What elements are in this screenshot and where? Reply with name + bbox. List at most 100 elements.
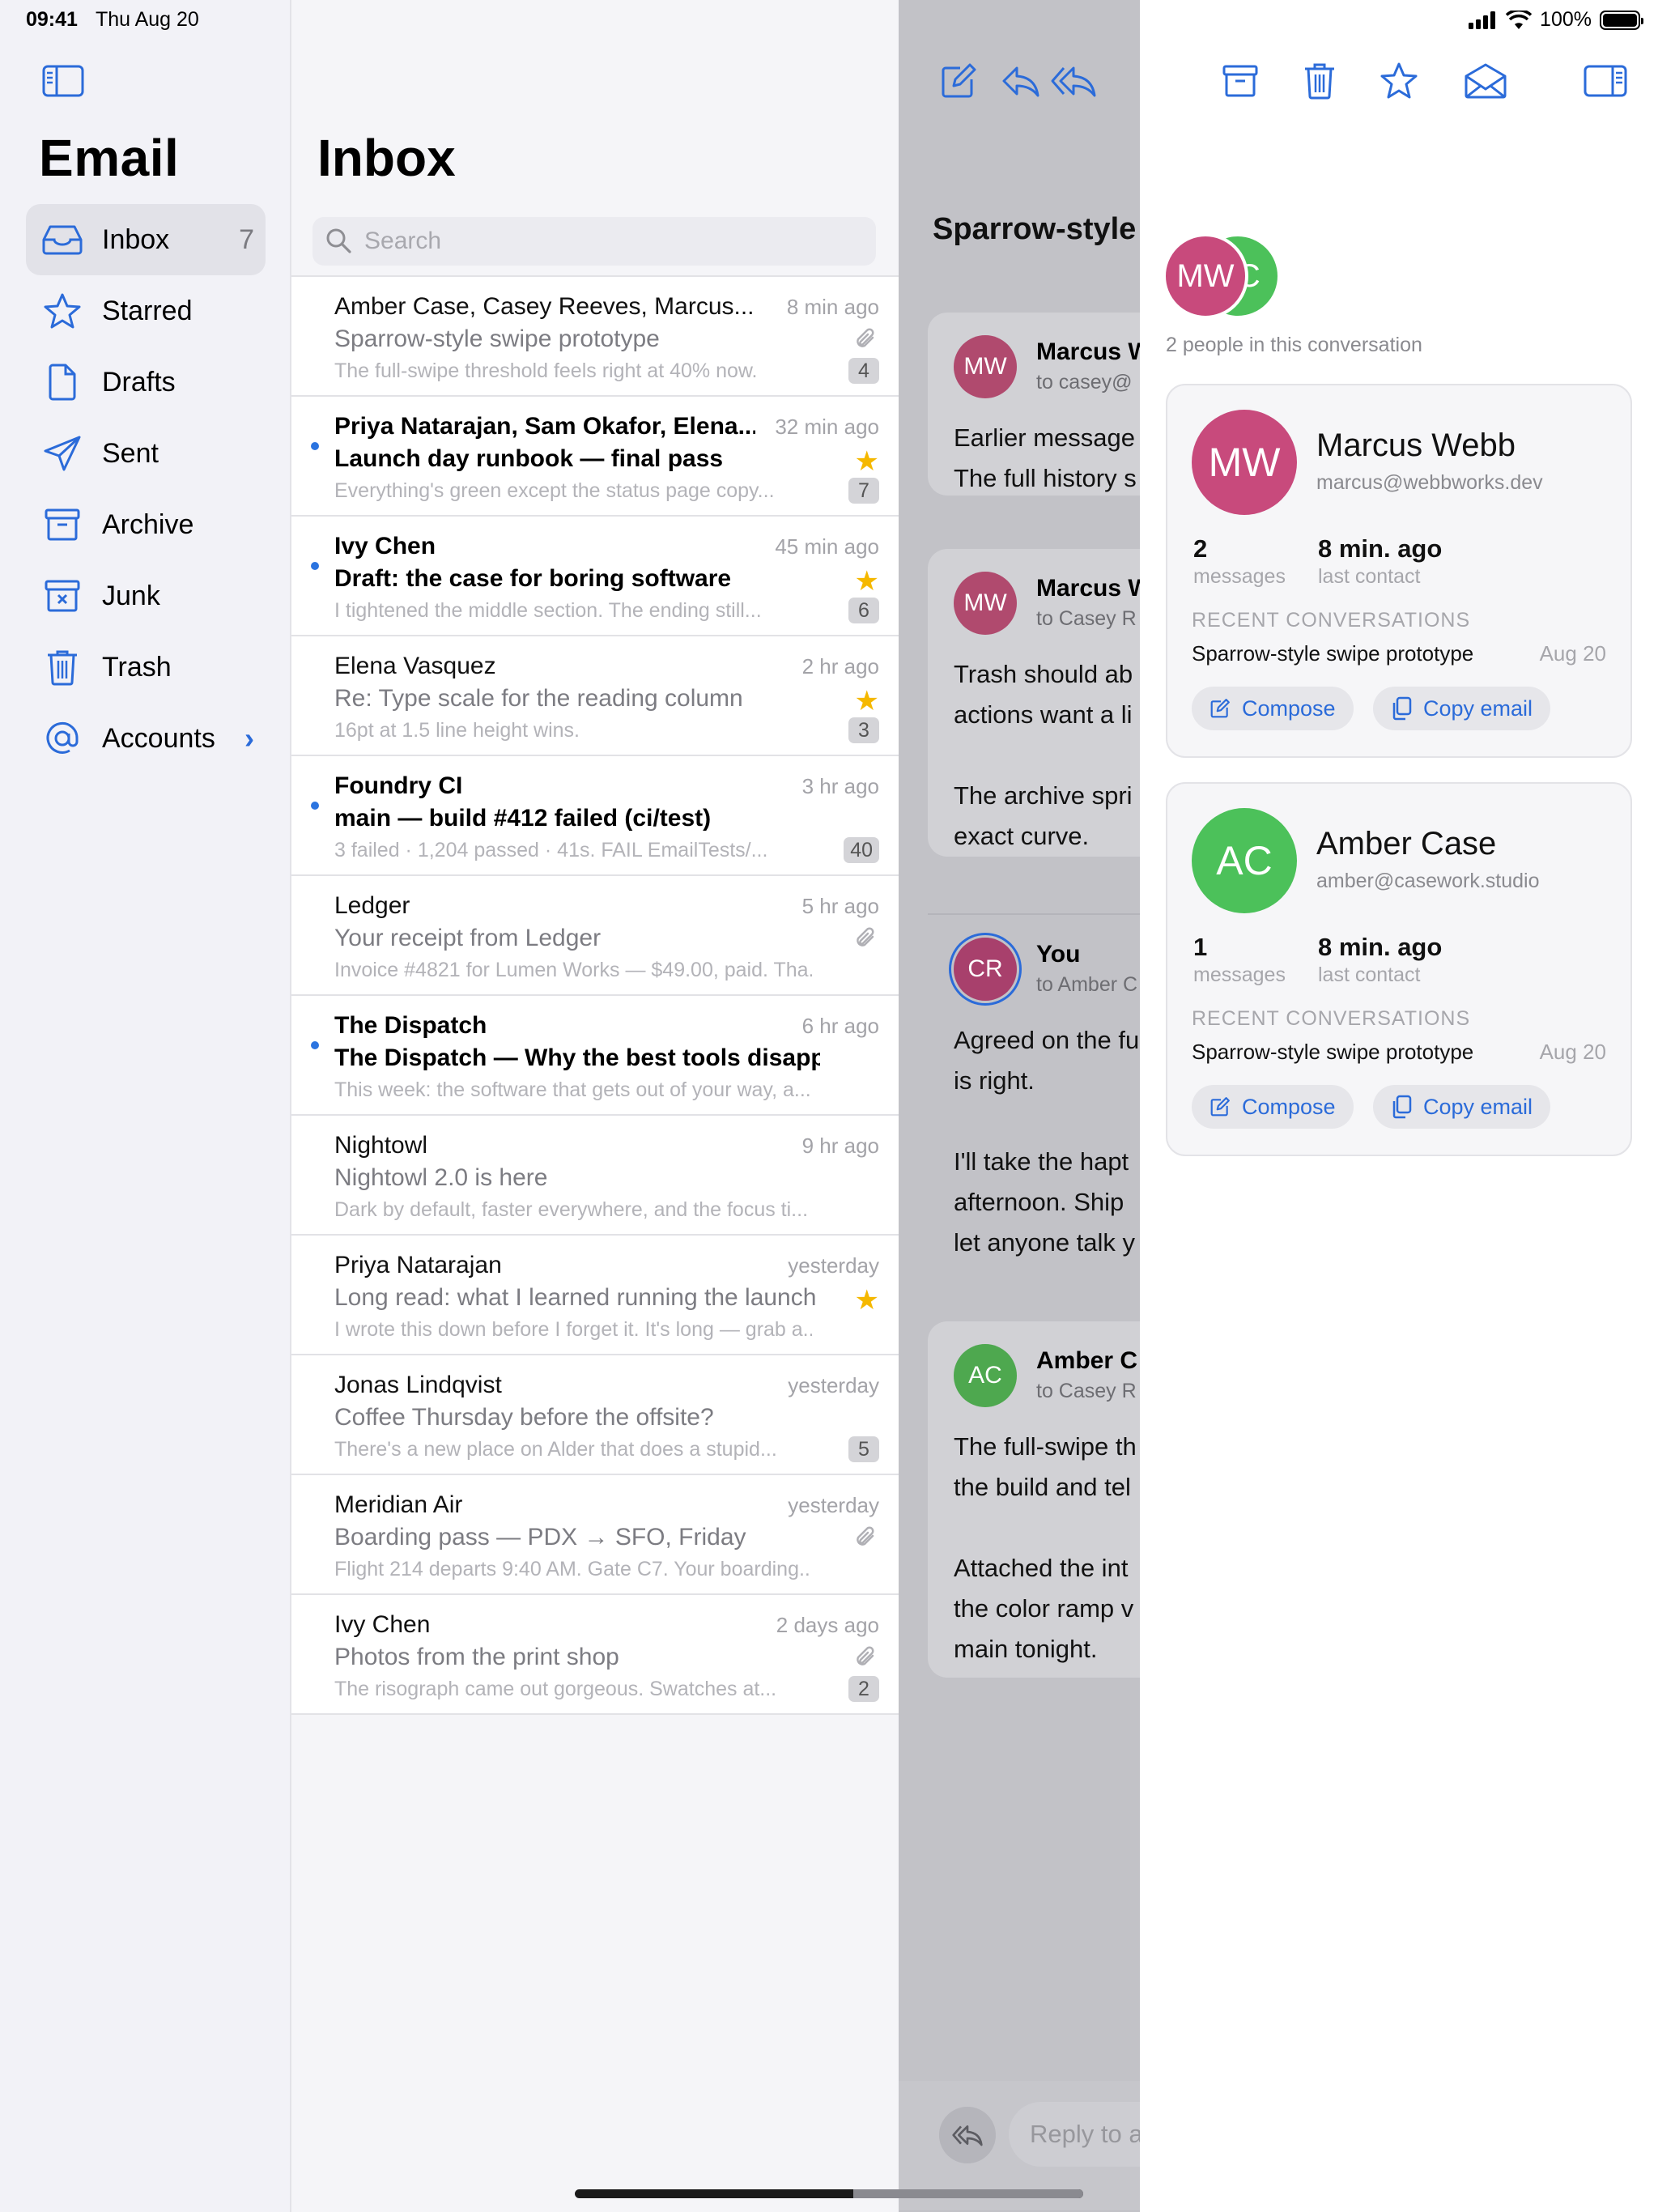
- message-sender: Foundry CI: [334, 772, 463, 799]
- message-sender: Jonas Lindqvist: [334, 1372, 502, 1398]
- message-row[interactable]: The Dispatch 6 hr ago The Dispatch — Why t…: [291, 996, 899, 1116]
- message-row[interactable]: Ledger 5 hr ago Your receipt from Ledger In…: [291, 876, 899, 996]
- sidebar-toggle-icon[interactable]: [42, 65, 84, 97]
- last-contact-label: last contact: [1318, 565, 1421, 588]
- search-field[interactable]: Search: [312, 217, 876, 266]
- copy-email-button[interactable]: Copy email: [1373, 687, 1551, 730]
- message-row[interactable]: Ivy Chen 45 min ago Draft: the case for bo…: [291, 517, 899, 636]
- sidebar-item-label: Inbox: [102, 223, 170, 255]
- message-preview: 3 failed · 1,204 passed · 41s. FAIL Emai…: [334, 839, 768, 861]
- sidebar-item-label: Drafts: [102, 366, 176, 398]
- conversation-message[interactable]: MW Marcus W to casey@ Earlier message Th…: [928, 313, 1140, 496]
- star-icon: ★: [854, 446, 879, 477]
- sidebar-item-accounts[interactable]: Accounts ›: [26, 703, 266, 774]
- message-recipient: to casey@: [1036, 371, 1133, 393]
- message-row[interactable]: Meridian Air yesterday Boarding pass — PDX…: [291, 1475, 899, 1595]
- message-author: Marcus W: [1036, 575, 1140, 602]
- message-row[interactable]: Nightowl 9 hr ago Nightowl 2.0 is here Dark…: [291, 1116, 899, 1236]
- conversation-message[interactable]: AC Amber C to Casey R The full-swipe th …: [928, 1321, 1140, 1678]
- message-time: 5 hr ago: [801, 894, 879, 918]
- search-icon: [325, 228, 353, 255]
- people-count: 2 people in this conversation: [1166, 334, 1422, 356]
- sidebar-item-drafts[interactable]: Drafts: [26, 347, 266, 418]
- message-row[interactable]: Amber Case, Casey Reeves, Marcus... 8 min…: [291, 277, 899, 397]
- message-subject: The Dispatch — Why the best tools disapp…: [334, 1044, 820, 1071]
- sidebar-item-starred[interactable]: Starred: [26, 275, 266, 347]
- message-time: 3 hr ago: [801, 774, 879, 798]
- reply-all-icon[interactable]: [1051, 62, 1096, 100]
- archive-box-icon: [40, 503, 84, 547]
- star-icon: ★: [854, 1285, 879, 1316]
- message-recipient: to Amber C: [1036, 973, 1138, 996]
- message-preview: I wrote this down before I forget it. It…: [334, 1318, 812, 1341]
- compose-button[interactable]: Compose: [1192, 687, 1354, 730]
- reply-icon[interactable]: [1001, 62, 1039, 100]
- message-preview: Flight 214 departs 9:40 AM. Gate C7. You…: [334, 1558, 812, 1580]
- recent-conversation-date: Aug 20: [1539, 1040, 1606, 1064]
- last-contact-label: last contact: [1318, 963, 1421, 986]
- last-contact-value: 8 min. ago: [1318, 933, 1443, 961]
- sidebar-item-label: Archive: [102, 508, 194, 540]
- thread-count-badge: 3: [848, 717, 879, 743]
- message-body: Earlier message The full history s: [954, 423, 1137, 492]
- message-preview: Invoice #4821 for Lumen Works — $49.00, …: [334, 959, 812, 981]
- message-row[interactable]: Foundry CI 3 hr ago main — build #412 fail…: [291, 756, 899, 876]
- compose-icon: [1210, 699, 1230, 718]
- message-author: You: [1036, 941, 1081, 968]
- trash-icon[interactable]: [1300, 62, 1339, 100]
- reply-all-icon: [952, 2125, 983, 2146]
- message-sender: Amber Case, Casey Reeves, Marcus...: [334, 293, 755, 320]
- inspector-toggle-icon[interactable]: [1584, 62, 1627, 100]
- sidebar-item-junk[interactable]: Junk: [26, 560, 266, 632]
- paperclip-icon: [857, 1526, 874, 1546]
- sidebar-item-sent[interactable]: Sent: [26, 418, 266, 489]
- conversation-message[interactable]: CR You to Amber C Agreed on the fu is ri…: [928, 913, 1140, 1270]
- compose-icon[interactable]: [939, 62, 978, 100]
- avatar: AC: [1192, 808, 1297, 913]
- message-subject: Sparrow-style swipe prototype: [334, 325, 660, 352]
- reply-all-button[interactable]: [939, 2107, 996, 2163]
- message-row[interactable]: Priya Natarajan, Sam Okafor, Elena... 32 …: [291, 397, 899, 517]
- message-row[interactable]: Ivy Chen 2 days ago Photos from the print …: [291, 1595, 899, 1715]
- message-time: 2 days ago: [776, 1613, 879, 1637]
- star-icon[interactable]: [1380, 62, 1418, 100]
- inbox-unread-count: 7: [239, 223, 254, 255]
- messages-count: 2: [1193, 534, 1208, 563]
- sidebar-item-trash[interactable]: Trash: [26, 632, 266, 703]
- star-icon: ★: [854, 686, 879, 717]
- copy-email-button[interactable]: Copy email: [1373, 1085, 1551, 1129]
- battery-percent: 100%: [1540, 8, 1592, 31]
- message-sender: Nightowl: [334, 1132, 428, 1159]
- avatar: MW: [1192, 410, 1297, 515]
- contact-name: Marcus Webb: [1316, 428, 1516, 463]
- avatar: AC: [954, 1344, 1017, 1407]
- search-placeholder: Search: [364, 228, 442, 254]
- message-row[interactable]: Priya Natarajan yesterday Long read: what …: [291, 1236, 899, 1355]
- sidebar-item-inbox[interactable]: Inbox 7: [26, 204, 266, 275]
- message-sender: Ledger: [334, 892, 410, 919]
- mark-unread-envelope-icon[interactable]: [1464, 62, 1507, 100]
- conversation-message[interactable]: MW Marcus W to Casey R Trash should ab a…: [928, 549, 1140, 857]
- compose-button[interactable]: Compose: [1192, 1085, 1354, 1129]
- message-preview: I tightened the middle section. The endi…: [334, 599, 762, 622]
- star-icon: [40, 289, 84, 333]
- archive-box-icon[interactable]: [1221, 62, 1260, 100]
- message-row[interactable]: Jonas Lindqvist yesterday Coffee Thursday …: [291, 1355, 899, 1475]
- message-row[interactable]: Elena Vasquez 2 hr ago Re: Type scale for …: [291, 636, 899, 756]
- recent-conversation-title[interactable]: Sparrow-style swipe prototype: [1192, 1040, 1473, 1065]
- avatar: MW: [1163, 233, 1248, 319]
- unread-dot: [311, 802, 319, 810]
- recent-conversation-title[interactable]: Sparrow-style swipe prototype: [1192, 641, 1473, 666]
- cellular-signal-icon: [1469, 11, 1496, 29]
- compose-label: Compose: [1242, 1094, 1336, 1119]
- sidebar-item-archive[interactable]: Archive: [26, 489, 266, 560]
- thread-count-badge: 2: [848, 1676, 879, 1702]
- reply-input[interactable]: Reply to a: [1009, 2102, 1140, 2167]
- message-time: 32 min ago: [775, 415, 879, 439]
- recent-conversations-heading: RECENT CONVERSATIONS: [1192, 609, 1471, 632]
- mailbox-list: Inbox 7 Starred Drafts Sent Archive Junk…: [26, 204, 266, 774]
- compose-label: Compose: [1242, 696, 1336, 721]
- chevron-right-icon: ›: [244, 721, 254, 755]
- message-subject: Boarding pass — PDX → SFO, Friday: [334, 1524, 746, 1551]
- sidebar-item-label: Starred: [102, 295, 193, 326]
